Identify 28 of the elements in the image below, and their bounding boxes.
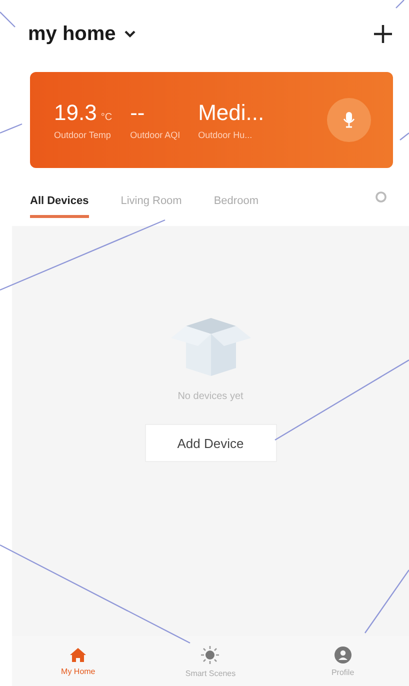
- weather-value: Medi...: [198, 100, 264, 126]
- leader-line: [396, 0, 404, 8]
- person-icon: [334, 646, 352, 664]
- add-device-button[interactable]: Add Device: [144, 424, 276, 462]
- weather-value: 19.3: [54, 100, 97, 126]
- home-title[interactable]: my home: [28, 22, 116, 46]
- microphone-button[interactable]: [327, 98, 371, 142]
- room-tab[interactable]: Living Room: [120, 184, 182, 218]
- nav-item[interactable]: Smart Scenes: [165, 644, 256, 678]
- room-tab[interactable]: Bedroom: [214, 184, 258, 218]
- leader-line: [364, 570, 409, 634]
- microphone-icon: [343, 111, 355, 129]
- weather-unit: °C: [100, 112, 112, 123]
- nav-item[interactable]: My Home: [33, 646, 124, 676]
- weather-label: Outdoor AQI: [130, 130, 180, 140]
- sun-icon: [200, 644, 220, 664]
- leader-line: [0, 12, 16, 28]
- room-tab[interactable]: All Devices: [30, 184, 89, 218]
- leader-line: [400, 132, 409, 140]
- weather-value: --: [130, 100, 145, 126]
- chevron-down-icon[interactable]: [124, 30, 136, 38]
- weather-label: Outdoor Temp: [54, 130, 112, 140]
- leader-line: [0, 123, 22, 134]
- nav-item[interactable]: Profile: [298, 646, 388, 676]
- home-icon: [69, 646, 88, 662]
- empty-message: No devices yet: [178, 391, 244, 402]
- weather-label: Outdoor Hu...: [198, 130, 254, 140]
- plus-icon[interactable]: [373, 24, 393, 44]
